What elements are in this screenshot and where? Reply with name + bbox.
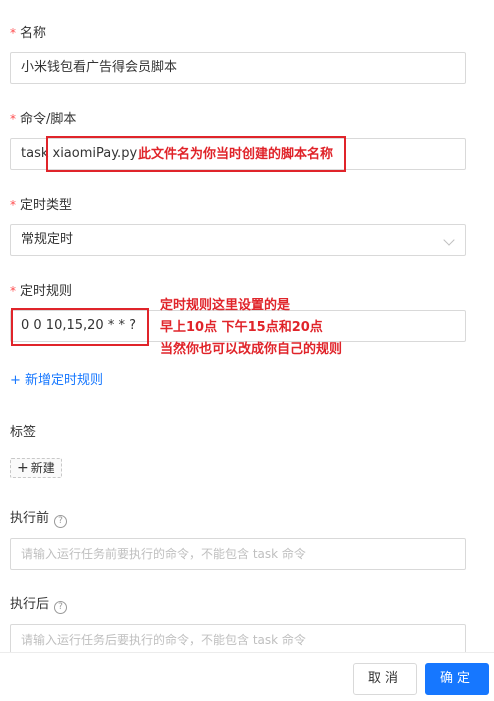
- required-mark: *: [10, 112, 16, 126]
- schedule-type-select[interactable]: 常规定时: [10, 224, 466, 256]
- confirm-button[interactable]: 确定: [425, 663, 489, 695]
- command-label-text: 命令/脚本: [20, 112, 77, 127]
- tags-label: 标签: [10, 425, 37, 440]
- name-label: * 名称: [10, 24, 46, 43]
- question-icon[interactable]: ?: [54, 515, 68, 528]
- chevron-down-icon: [443, 234, 455, 246]
- after-command-input[interactable]: 请输入运行任务后要执行的命令，不能包含 task 命令: [10, 624, 466, 652]
- command-label: * 命令/脚本: [10, 110, 76, 129]
- cancel-button[interactable]: 取消: [353, 663, 417, 695]
- task-form: * 名称 小米钱包看广告得会员脚本 * 命令/脚本 task xiaomiPay.p…: [0, 0, 494, 652]
- schedule-type-value: 常规定时: [21, 232, 74, 247]
- rule-annotation-line2: 早上10点 下午15点和20点: [160, 320, 323, 335]
- schedule-type-label: * 定时类型: [10, 196, 72, 215]
- after-label: 执行后?: [10, 596, 68, 614]
- new-tag-button[interactable]: + 新建: [10, 458, 62, 478]
- after-label-text: 执行后: [10, 597, 50, 612]
- modal-footer: 取消 确定: [0, 652, 494, 701]
- before-label: 执行前?: [10, 510, 68, 528]
- name-label-text: 名称: [20, 26, 47, 41]
- new-tag-label: 新建: [30, 461, 55, 475]
- required-mark: *: [10, 284, 16, 298]
- add-schedule-rule-link[interactable]: + 新增定时规则: [10, 372, 103, 390]
- plus-icon: +: [17, 460, 29, 476]
- question-icon[interactable]: ?: [54, 601, 68, 614]
- name-input[interactable]: 小米钱包看广告得会员脚本: [10, 52, 466, 84]
- before-label-text: 执行前: [10, 511, 50, 526]
- schedule-rule-label-text: 定时规则: [20, 284, 73, 299]
- rule-annotation-line3: 当然你也可以改成你自己的规则: [160, 342, 343, 357]
- rule-highlight-box: [11, 308, 149, 346]
- schedule-rule-label: * 定时规则: [10, 282, 72, 301]
- rule-annotation-line1: 定时规则这里设置的是: [160, 298, 291, 313]
- schedule-type-label-text: 定时类型: [20, 198, 73, 213]
- before-command-input[interactable]: 请输入运行任务前要执行的命令，不能包含 task 命令: [10, 538, 466, 570]
- required-mark: *: [10, 26, 16, 40]
- filename-annotation: 此文件名为你当时创建的脚本名称: [138, 147, 334, 162]
- required-mark: *: [10, 198, 16, 212]
